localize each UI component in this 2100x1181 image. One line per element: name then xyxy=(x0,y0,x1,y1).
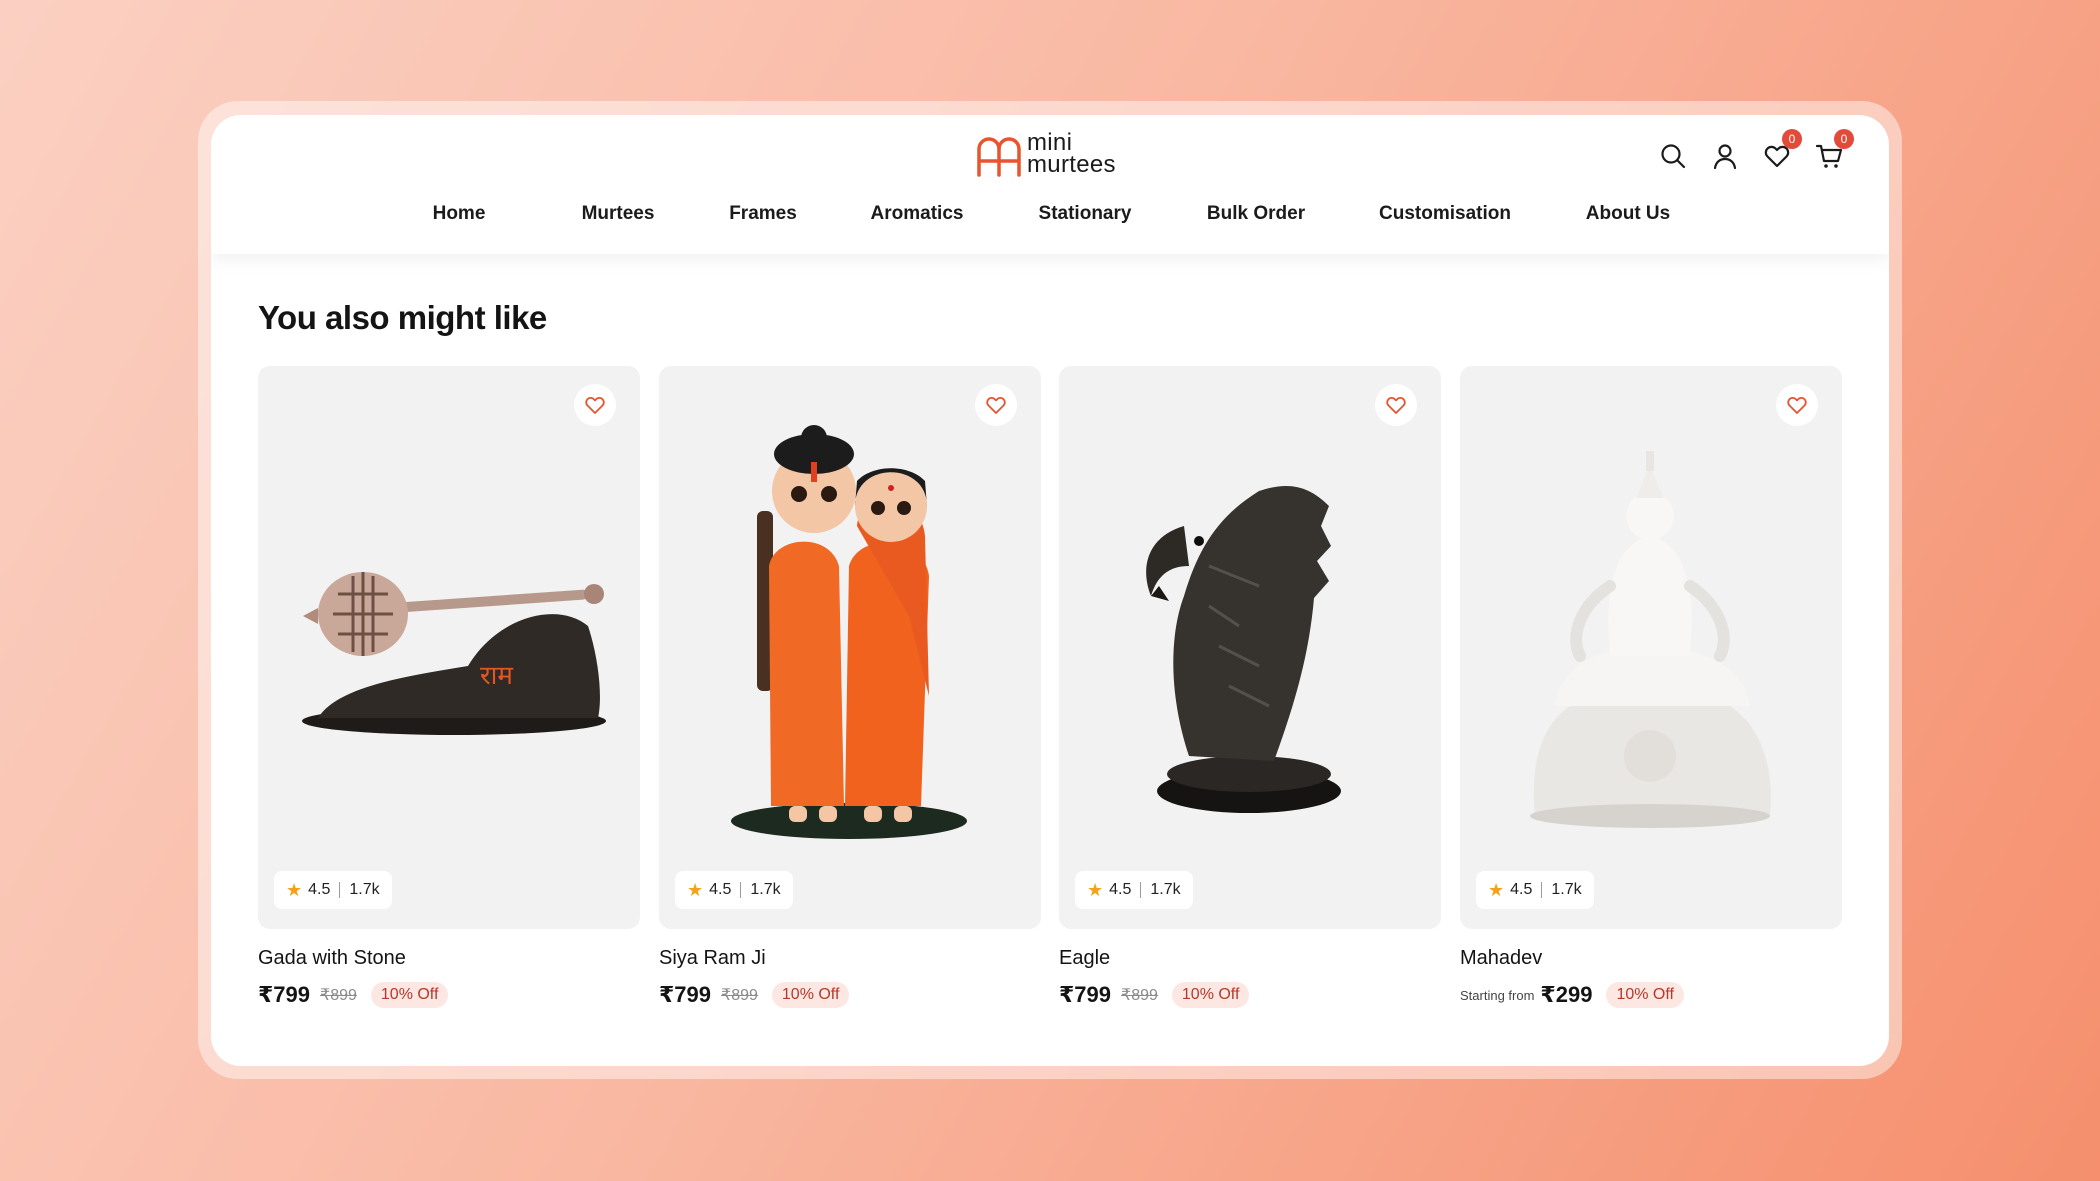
mahadev-image xyxy=(1530,451,1771,828)
search-icon xyxy=(1661,144,1686,169)
price-row: ₹799 ₹899 10% Off xyxy=(659,980,1041,1010)
cart-button[interactable]: 0 xyxy=(1814,129,1854,171)
eagle-image xyxy=(1146,486,1341,813)
star-icon: ★ xyxy=(1087,879,1104,900)
nav-item-bulk-order[interactable]: Bulk Order xyxy=(1207,203,1305,225)
product-name[interactable]: Eagle xyxy=(1059,947,1441,970)
rating-value: 4.5 xyxy=(1510,881,1533,898)
wishlist-toggle[interactable] xyxy=(1776,384,1818,426)
rating-value: 4.5 xyxy=(1109,881,1132,898)
price-row: ₹799 ₹899 10% Off xyxy=(258,980,640,1010)
product-card[interactable]: ★ 4.5 1.7k Eagle ₹799 ₹899 10% Off xyxy=(1059,366,1441,1010)
header-actions: 0 0 xyxy=(1658,129,1854,181)
logo-text: mini murtees xyxy=(1027,131,1116,178)
rating-divider xyxy=(1140,882,1142,898)
heart-outline-icon xyxy=(585,397,605,414)
site-header: mini murtees 0 0 Home Murtees Frames Aro… xyxy=(211,115,1889,254)
user-icon xyxy=(1713,144,1737,170)
review-count: 1.7k xyxy=(1551,881,1582,898)
product-image-area[interactable]: ★ 4.5 1.7k xyxy=(1460,366,1842,929)
price-row: Starting from ₹299 10% Off xyxy=(1460,980,1842,1010)
nav-item-customisation[interactable]: Customisation xyxy=(1379,203,1511,225)
product-name[interactable]: Mahadev xyxy=(1460,947,1842,970)
price-row: ₹799 ₹899 10% Off xyxy=(1059,980,1441,1010)
cart-count-badge: 0 xyxy=(1834,129,1854,149)
discount-badge: 10% Off xyxy=(1606,982,1684,1008)
star-icon: ★ xyxy=(1488,879,1505,900)
discount-badge: 10% Off xyxy=(370,982,449,1008)
wishlist-toggle[interactable] xyxy=(574,384,616,426)
product-price: ₹799 xyxy=(258,982,311,1007)
svg-text:राम: राम xyxy=(480,661,513,691)
nav-item-frames[interactable]: Frames xyxy=(729,203,797,225)
wishlist-count-badge: 0 xyxy=(1782,129,1802,149)
logo-line-2: murtees xyxy=(1027,151,1116,178)
rating-value: 4.5 xyxy=(709,881,732,898)
rating-badge: ★ 4.5 1.7k xyxy=(1476,871,1594,909)
nav-item-aromatics[interactable]: Aromatics xyxy=(871,203,964,225)
wishlist-button[interactable]: 0 xyxy=(1762,129,1802,171)
product-price: ₹299 xyxy=(1540,982,1593,1007)
wishlist-toggle[interactable] xyxy=(975,384,1017,426)
product-price: ₹799 xyxy=(659,982,712,1007)
gada-image: राम xyxy=(302,572,606,735)
original-price: ₹899 xyxy=(1121,987,1158,1004)
product-price: ₹799 xyxy=(1059,982,1112,1007)
discount-badge: 10% Off xyxy=(1171,982,1250,1008)
star-icon: ★ xyxy=(286,879,303,900)
price-prefix: Starting from xyxy=(1460,987,1535,1003)
heart-outline-icon xyxy=(1386,397,1406,414)
page-panel: mini murtees 0 0 Home Murtees Frames Aro… xyxy=(211,115,1889,1066)
product-name[interactable]: Siya Ram Ji xyxy=(659,947,1041,970)
main-nav: Home Murtees Frames Aromatics Stationary… xyxy=(211,203,1889,243)
heart-outline-icon xyxy=(1787,397,1807,414)
product-card[interactable]: राम ★ 4.5 1.7k Gada with Stone ₹799 ₹899… xyxy=(258,366,640,1010)
wishlist-toggle[interactable] xyxy=(1375,384,1417,426)
rating-badge: ★ 4.5 1.7k xyxy=(1075,871,1193,909)
rating-badge: ★ 4.5 1.7k xyxy=(274,871,392,909)
review-count: 1.7k xyxy=(1150,881,1181,898)
product-card[interactable]: ★ 4.5 1.7k Siya Ram Ji ₹799 ₹899 10% Off xyxy=(659,366,1041,1010)
star-icon: ★ xyxy=(687,879,704,900)
product-image-area[interactable]: ★ 4.5 1.7k xyxy=(659,366,1041,929)
original-price: ₹899 xyxy=(721,987,758,1004)
heart-outline-icon xyxy=(986,397,1006,414)
rating-divider xyxy=(1541,882,1543,898)
rating-divider xyxy=(339,882,341,898)
review-count: 1.7k xyxy=(750,881,781,898)
product-name[interactable]: Gada with Stone xyxy=(258,947,640,970)
original-price: ₹899 xyxy=(320,987,357,1004)
nav-item-murtees[interactable]: Murtees xyxy=(582,203,655,225)
discount-badge: 10% Off xyxy=(771,982,850,1008)
rating-value: 4.5 xyxy=(308,881,331,898)
product-image-area[interactable]: राम ★ 4.5 1.7k xyxy=(258,366,640,929)
product-image-area[interactable]: ★ 4.5 1.7k xyxy=(1059,366,1441,929)
rating-divider xyxy=(740,882,742,898)
search-button[interactable] xyxy=(1658,141,1688,171)
logo[interactable]: mini murtees xyxy=(975,131,1135,179)
account-button[interactable] xyxy=(1710,141,1740,171)
nav-item-about-us[interactable]: About Us xyxy=(1586,203,1670,225)
nav-item-stationary[interactable]: Stationary xyxy=(1039,203,1132,225)
section-title: You also might like xyxy=(258,299,547,336)
nav-item-home[interactable]: Home xyxy=(433,203,486,225)
review-count: 1.7k xyxy=(349,881,380,898)
siya-ram-image xyxy=(731,425,967,839)
logo-mark-icon xyxy=(977,137,1021,177)
rating-badge: ★ 4.5 1.7k xyxy=(675,871,793,909)
product-card[interactable]: ★ 4.5 1.7k Mahadev Starting from ₹299 10… xyxy=(1460,366,1842,1010)
